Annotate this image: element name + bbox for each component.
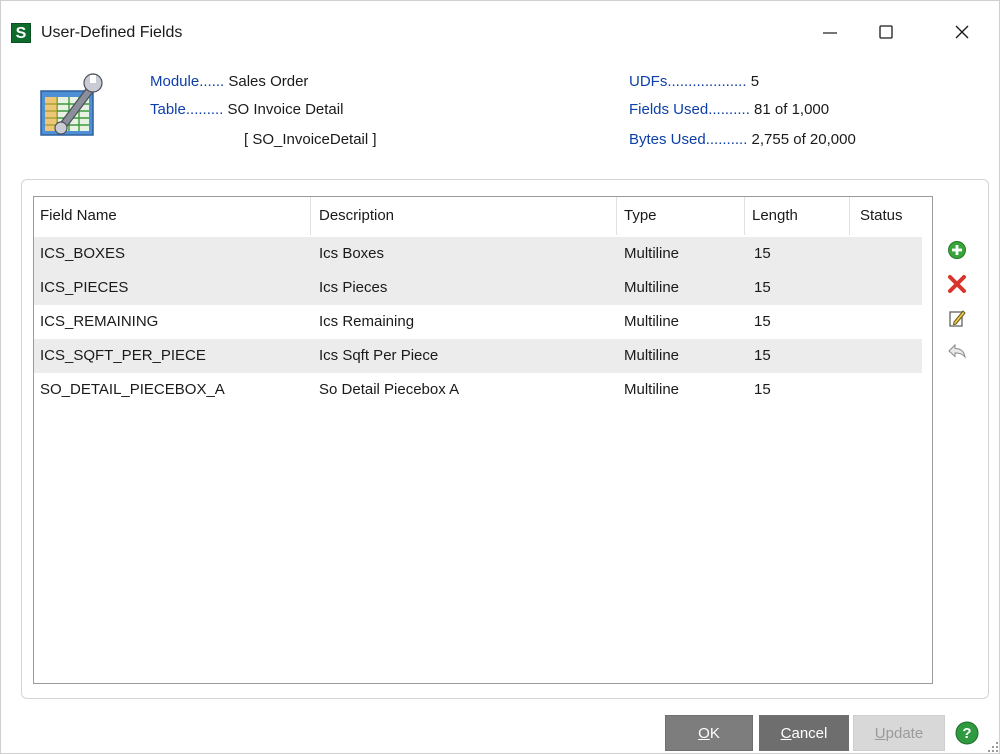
table-row[interactable]: SO_DETAIL_PIECEBOX_A So Detail Piecebox … (34, 373, 922, 407)
table-internal-name: [ SO_InvoiceDetail ] (244, 131, 377, 149)
maximize-icon (879, 25, 893, 39)
ok-label-rest: K (709, 725, 720, 742)
cell-description: So Detail Piecebox A (319, 381, 460, 398)
cancel-button[interactable]: Cancel (759, 715, 849, 751)
delete-icon (948, 275, 966, 293)
fields-used-label: Fields Used.......... (629, 101, 750, 118)
cell-field-name: ICS_REMAINING (40, 313, 159, 330)
add-field-button[interactable] (946, 239, 968, 261)
cancel-accelerator: C (780, 725, 792, 742)
cell-type: Multiline (624, 347, 680, 364)
udf-settings-icon (40, 73, 103, 136)
table-info: Table......... SO Invoice Detail (150, 101, 343, 119)
add-icon (948, 241, 966, 259)
cell-field-name: SO_DETAIL_PIECEBOX_A (40, 381, 225, 398)
ok-button[interactable]: OK (665, 715, 753, 751)
module-info: Module...... Sales Order (150, 73, 308, 91)
table-row[interactable]: ICS_PIECES Ics Pieces Multiline 15 (34, 271, 922, 305)
column-divider[interactable] (310, 197, 311, 235)
bytes-used-value: 2,755 of 20,000 (751, 131, 856, 148)
cell-description: Ics Pieces (319, 279, 388, 296)
fields-used-value: 81 of 1,000 (754, 101, 830, 118)
update-button[interactable]: Update (853, 715, 945, 751)
fields-used-info: Fields Used.......... 81 of 1,000 (629, 101, 829, 119)
maximize-button[interactable] (863, 15, 909, 49)
udfs-value: 5 (750, 73, 760, 90)
cell-type: Multiline (624, 245, 680, 262)
udf-grid[interactable]: Field Name Description Type Length Statu… (33, 196, 933, 684)
cell-description: Ics Boxes (319, 245, 385, 262)
cell-type: Multiline (624, 279, 680, 296)
cell-type: Multiline (624, 381, 680, 398)
edit-field-button[interactable] (946, 307, 968, 329)
table-internal-value: [ SO_InvoiceDetail ] (244, 131, 377, 148)
column-header-type[interactable]: Type (624, 207, 657, 224)
module-value: Sales Order (228, 73, 309, 90)
table-row[interactable]: ICS_REMAINING Ics Remaining Multiline 15 (34, 305, 922, 339)
svg-text:?: ? (962, 725, 971, 742)
delete-field-button[interactable] (946, 273, 968, 295)
bytes-used-info: Bytes Used.......... 2,755 of 20,000 (629, 131, 856, 149)
bytes-used-label: Bytes Used.......... (629, 131, 748, 148)
minimize-button[interactable] (807, 15, 853, 49)
minimize-icon (823, 32, 837, 34)
column-header-description[interactable]: Description (319, 207, 394, 224)
resize-grip-icon[interactable] (985, 739, 999, 753)
cell-length: 15 (754, 347, 771, 364)
table-row[interactable]: ICS_BOXES Ics Boxes Multiline 15 (34, 237, 922, 271)
close-icon (955, 25, 969, 39)
column-header-status[interactable]: Status (860, 207, 903, 224)
edit-icon (949, 310, 966, 327)
cancel-label-rest: ancel (791, 725, 828, 742)
cell-length: 15 (754, 279, 771, 296)
column-divider[interactable] (849, 197, 850, 235)
cell-length: 15 (754, 245, 771, 262)
table-label: Table......... (150, 101, 224, 118)
cell-description: Ics Remaining (319, 313, 415, 330)
table-row[interactable]: ICS_SQFT_PER_PIECE Ics Sqft Per Piece Mu… (34, 339, 922, 373)
user-defined-fields-window: S User-Defined Fields Module...... Sales… (0, 0, 1000, 754)
ok-accelerator: O (698, 725, 710, 742)
help-icon[interactable]: ? (955, 721, 979, 745)
close-button[interactable] (939, 15, 985, 49)
column-divider[interactable] (744, 197, 745, 235)
title-bar[interactable]: S User-Defined Fields (1, 1, 999, 63)
undo-icon (948, 343, 966, 359)
column-header-length[interactable]: Length (752, 207, 798, 224)
column-header-field-name[interactable]: Field Name (40, 207, 117, 224)
cell-length: 15 (754, 381, 771, 398)
cell-type: Multiline (624, 313, 680, 330)
column-divider[interactable] (616, 197, 617, 235)
table-value: SO Invoice Detail (227, 101, 344, 118)
udfs-info: UDFs................... 5 (629, 73, 759, 91)
cell-field-name: ICS_BOXES (40, 245, 126, 262)
update-label-rest: pdate (885, 725, 924, 742)
undo-field-button[interactable] (946, 341, 968, 363)
update-accelerator: U (874, 725, 886, 742)
cell-field-name: ICS_SQFT_PER_PIECE (40, 347, 206, 364)
cell-field-name: ICS_PIECES (40, 279, 129, 296)
module-label: Module...... (150, 73, 225, 90)
app-logo-icon: S (11, 23, 31, 43)
window-title: User-Defined Fields (41, 24, 183, 41)
udfs-label: UDFs................... (629, 73, 747, 90)
cell-description: Ics Sqft Per Piece (319, 347, 439, 364)
cell-length: 15 (754, 313, 771, 330)
grid-header: Field Name Description Type Length Statu… (34, 197, 932, 235)
